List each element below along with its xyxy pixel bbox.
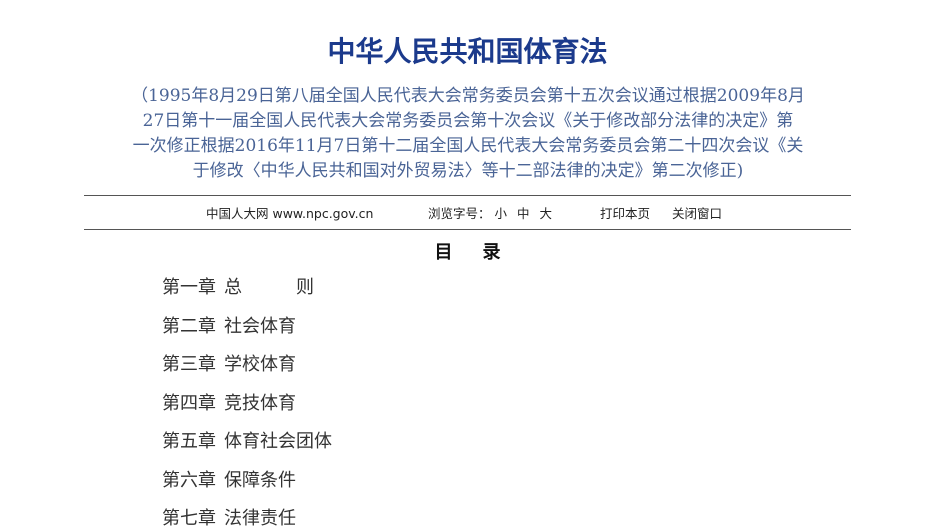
toc-item[interactable]: 第六章 保障条件 [162, 467, 332, 506]
toc-chapter-name: 体育社会团体 [224, 431, 332, 452]
bottom-divider [84, 229, 851, 230]
revision-note-line: 27日第十一届全国人民代表大会常务委员会第十次会议《关于修改部分法律的决定》第 [142, 111, 794, 131]
toc-item[interactable]: 第四章 竞技体育 [162, 390, 332, 429]
font-small-button[interactable]: 小 [495, 206, 508, 221]
law-revision-note: （1995年8月29日第八届全国人民代表大会常务委员会第十五次会议通过根据200… [118, 84, 818, 184]
revision-note-line: 于修改〈中华人民共和国对外贸易法〉等十二部法律的决定》第二次修正) [192, 161, 744, 181]
top-divider [84, 195, 851, 196]
toc-chapter-number: 第六章 [162, 469, 216, 491]
print-page-link[interactable]: 打印本页 [600, 203, 650, 222]
toc-chapter-number: 第一章 [162, 277, 216, 298]
toc-item[interactable]: 第二章 社会体育 [162, 313, 332, 352]
toc-chapter-number: 第二章 [162, 315, 216, 337]
toc-item[interactable]: 第三章 学校体育 [162, 351, 332, 390]
toc-chapter-name: 社会体育 [224, 315, 296, 337]
revision-note-line: 一次修正根据2016年11月7日第十二届全国人民代表大会常务委员会第二十四次会议… [132, 136, 804, 156]
page-title: 中华人民共和国体育法 [327, 35, 608, 68]
table-of-contents: 第一章总 则 第二章 社会体育 第三章 学校体育 第四章 竞技体育 第五章 体育社会团体… [162, 274, 332, 526]
source-site-label: 中国人大网 www.npc.gov.cn [206, 206, 374, 221]
toc-chapter-number: 第五章 [162, 431, 216, 452]
toc-item[interactable]: 第一章总 则 [162, 274, 332, 313]
toc-item[interactable]: 第七章 法律责任 [162, 505, 332, 526]
toc-chapter-number: 第三章 [162, 354, 216, 375]
close-window-link[interactable]: 关闭窗口 [672, 203, 722, 222]
article-toolbar: 中国人大网 www.npc.gov.cn 浏览字号： 小 中 大 打印本页 关闭… [0, 203, 935, 221]
toc-chapter-number: 第七章 [162, 508, 216, 526]
toc-chapter-name: 保障条件 [224, 469, 296, 491]
font-size-label: 浏览字号： [428, 206, 491, 221]
toc-heading: 目录 [434, 242, 531, 263]
toc-chapter-name: 学校体育 [224, 354, 296, 375]
font-medium-button[interactable]: 中 [517, 206, 530, 221]
font-size-selector: 浏览字号： 小 中 大 [428, 203, 558, 222]
toc-item[interactable]: 第五章 体育社会团体 [162, 428, 332, 467]
toc-chapter-name: 总 则 [224, 277, 314, 298]
toc-chapter-name: 法律责任 [224, 508, 296, 526]
toc-chapter-name: 竞技体育 [224, 392, 296, 414]
font-large-button[interactable]: 大 [540, 206, 553, 221]
toc-chapter-number: 第四章 [162, 392, 216, 414]
revision-note-line: （1995年8月29日第八届全国人民代表大会常务委员会第十五次会议通过根据200… [131, 86, 805, 106]
